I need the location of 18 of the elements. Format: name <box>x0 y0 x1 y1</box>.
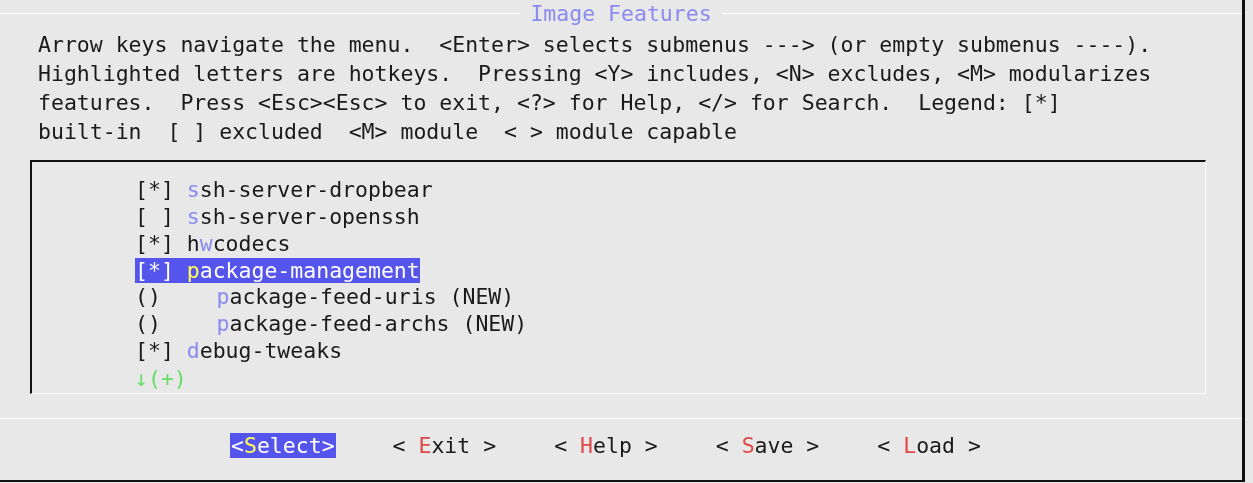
dialog-button[interactable]: < Exit > <box>391 433 498 458</box>
menu-item[interactable]: [*] ssh-server-dropbear <box>135 176 433 202</box>
dialog-button[interactable]: <Select> <box>230 433 336 458</box>
help-text: features. Press <Esc><Esc> to exit, <?> for Help, </> for Search. Legend: [*] <box>38 89 1062 117</box>
dialog-title: Image Features <box>529 0 713 26</box>
help-text: built-in [ ] excluded <M> module < > module capable <box>38 118 738 146</box>
menu-item[interactable]: () package-feed-archs (NEW) <box>135 311 528 337</box>
menu-item[interactable]: () package-feed-uris (NEW) <box>135 284 515 310</box>
menu-item[interactable]: [*] package-management <box>135 257 420 283</box>
more-indicator: ↓(+) <box>135 365 187 393</box>
help-text: Highlighted letters are hotkeys. Pressing <Y> includes, <N> excludes, <M> modularizes <box>38 60 1153 88</box>
dialog-button[interactable]: < Load > <box>876 433 982 458</box>
help-text: Arrow keys navigate the menu. <Enter> selects submenus ---> (or empty submenus ----). <box>38 31 1153 59</box>
menu-item[interactable]: [ ] ssh-server-openssh <box>135 203 420 229</box>
menu-item[interactable]: [*] hwcodecs <box>135 230 291 256</box>
menu-item[interactable]: [*] debug-tweaks <box>135 338 343 364</box>
dialog-button[interactable]: < Save > <box>714 433 821 458</box>
dialog-button[interactable]: < Help > <box>553 433 659 458</box>
